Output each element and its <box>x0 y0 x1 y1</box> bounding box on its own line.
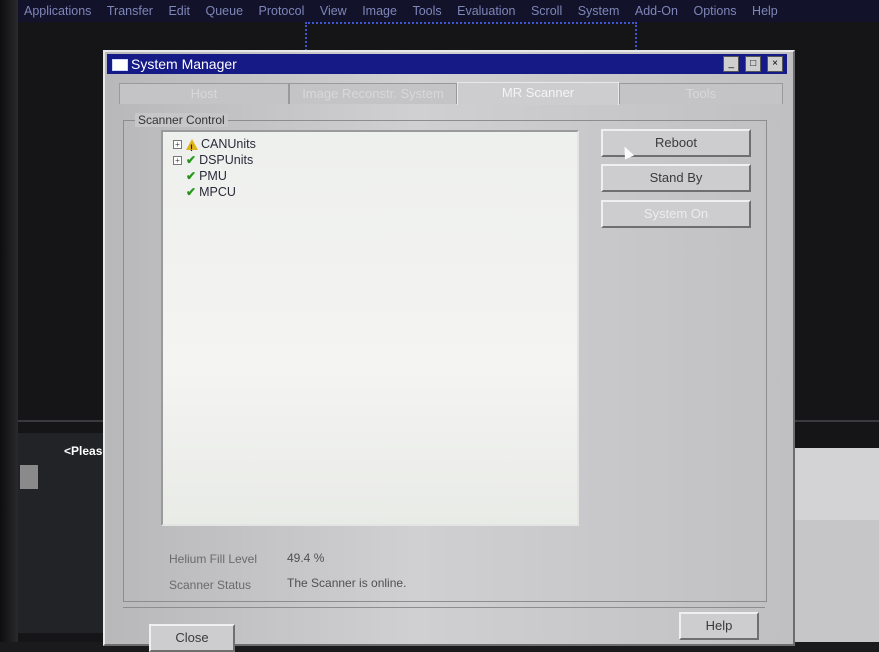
help-button[interactable]: Help <box>679 612 759 640</box>
menu-tools[interactable]: Tools <box>406 0 447 18</box>
tree-node-dspunits[interactable]: + ✔ DSPUnits <box>173 152 253 168</box>
scanner-status-label: Scanner Status <box>169 578 252 592</box>
application-menubar: Applications Transfer Edit Queue Protoco… <box>18 0 879 22</box>
scanner-tree[interactable]: +CANUnits +✔DSPUnits ✔PMU ✔MPCU <box>161 130 579 526</box>
menu-system[interactable]: System <box>572 0 626 18</box>
menu-scroll[interactable]: Scroll <box>525 0 568 18</box>
pencil-icon[interactable] <box>20 465 38 489</box>
menu-applications[interactable]: Applications <box>18 0 97 18</box>
scanner-control-label: Scanner Control <box>135 113 228 127</box>
helium-fill-value: 49.4 % <box>287 551 325 565</box>
tree-node-label: CANUnits <box>201 137 256 151</box>
menu-protocol[interactable]: Protocol <box>253 0 311 18</box>
close-window-button[interactable]: × <box>767 56 783 72</box>
window-icon <box>112 59 128 71</box>
dialog-titlebar[interactable]: System Manager _ □ × <box>107 54 787 74</box>
menu-edit[interactable]: Edit <box>162 0 196 18</box>
screen-bezel <box>0 0 18 642</box>
menu-options[interactable]: Options <box>687 0 742 18</box>
tab-image-reconstr-system[interactable]: Image Reconstr. System <box>289 83 457 104</box>
scanner-status-value: The Scanner is online. <box>287 576 407 590</box>
dialog-title: System Manager <box>131 56 237 72</box>
minimize-button[interactable]: _ <box>723 56 740 72</box>
maximize-button[interactable]: □ <box>745 56 762 72</box>
tab-mr-scanner[interactable]: MR Scanner <box>457 82 619 105</box>
system-on-button[interactable]: System On <box>601 200 751 228</box>
tree-node-pmu[interactable]: ✔ PMU <box>173 168 227 184</box>
checkmark-icon: ✔ <box>186 169 197 183</box>
dialog-divider <box>123 607 765 608</box>
helium-fill-label: Helium Fill Level <box>169 552 258 566</box>
menu-queue[interactable]: Queue <box>199 0 249 18</box>
tab-host[interactable]: Host <box>119 83 289 104</box>
warning-icon <box>186 139 198 156</box>
menu-view[interactable]: View <box>314 0 353 18</box>
menu-image[interactable]: Image <box>356 0 403 18</box>
tab-tools[interactable]: Tools <box>619 83 783 104</box>
standby-button[interactable]: Stand By <box>601 164 751 192</box>
menu-transfer[interactable]: Transfer <box>101 0 159 18</box>
tree-node-label: PMU <box>199 169 227 183</box>
menu-add-on[interactable]: Add-On <box>629 0 684 18</box>
menu-help[interactable]: Help <box>746 0 784 18</box>
checkmark-icon: ✔ <box>186 185 197 199</box>
tree-node-mpcu[interactable]: ✔ MPCU <box>173 184 236 200</box>
expand-icon[interactable]: + <box>173 140 182 150</box>
tree-node-canunits[interactable]: + CANUnits <box>173 136 256 156</box>
system-manager-dialog: System Manager _ □ × Host Image Reconstr… <box>103 50 795 652</box>
expand-icon[interactable]: + <box>173 156 182 166</box>
tree-node-label: MPCU <box>199 185 236 199</box>
close-button[interactable]: Close <box>149 624 235 652</box>
tree-node-label: DSPUnits <box>199 153 254 167</box>
menu-evaluation[interactable]: Evaluation <box>451 0 521 18</box>
checkmark-icon: ✔ <box>186 153 197 167</box>
